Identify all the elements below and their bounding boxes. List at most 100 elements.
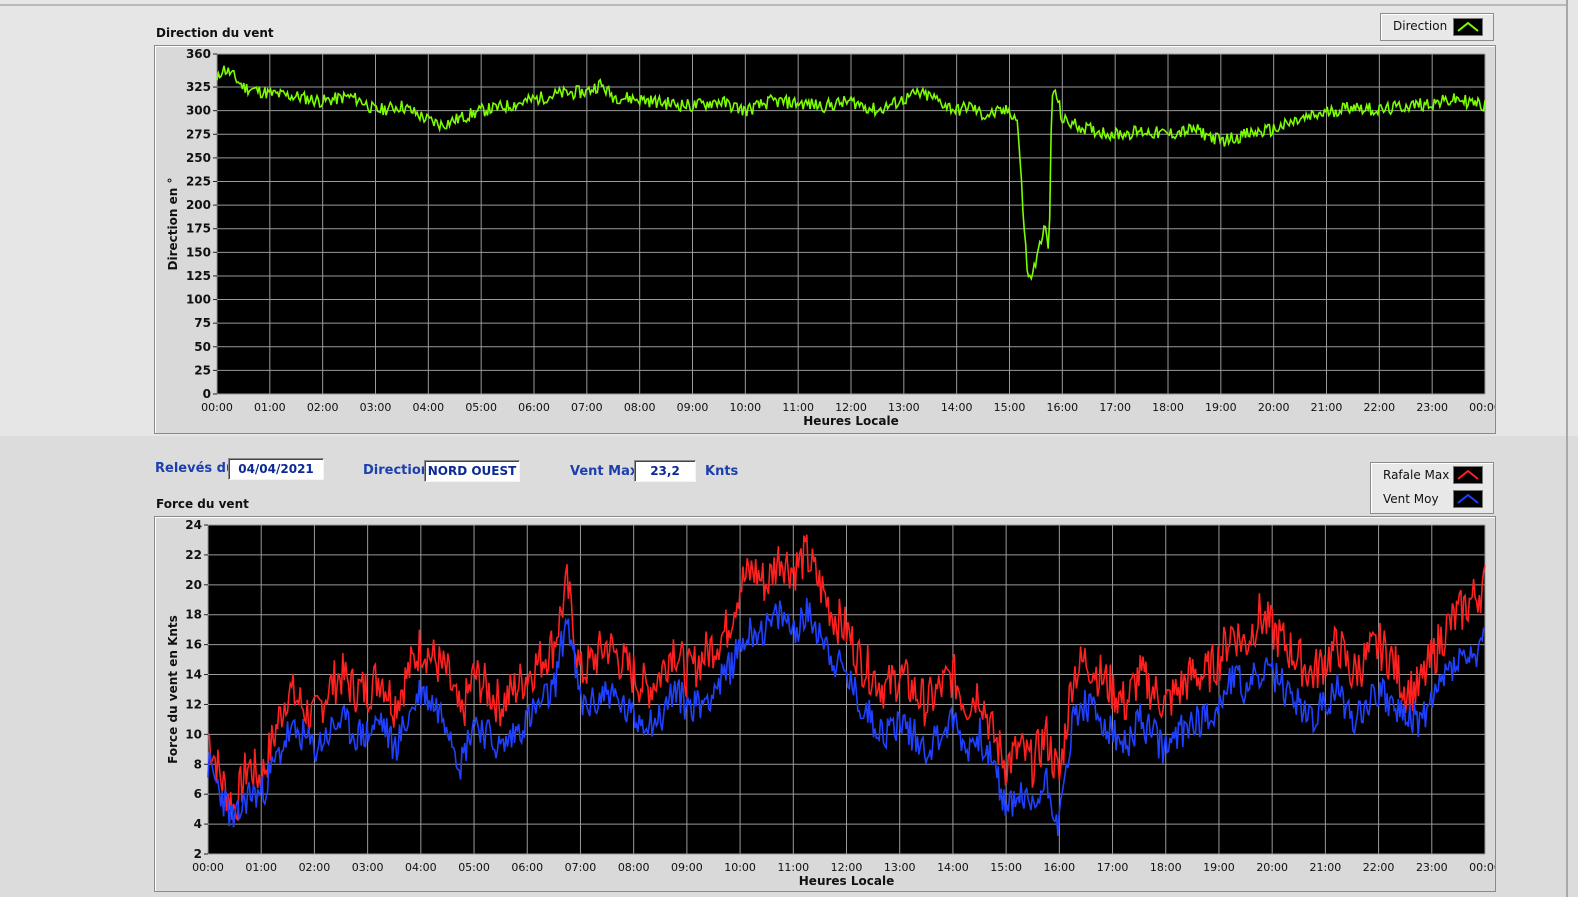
direction-chart-svg: 00:00 01:00 02:00 03:00 04:00 05:00 06:00 07:00… [166,47,1501,428]
legend-swatch-rafale-icon [1453,466,1483,484]
y-tick-label: 225 [186,175,211,189]
x-tick-label: 00:00 [201,401,233,414]
force-chart-svg: 00:00 01:00 02:00 03:00 04:00 05:00 06:00 07:00… [166,518,1501,888]
vent-max-field[interactable]: 23,2 [634,460,696,482]
x-tick-label: 13:00 [884,861,916,874]
window-top-border [0,4,1568,6]
x-tick-label: 10:00 [729,401,761,414]
x-tick-label: 04:00 [412,401,444,414]
y-tick-label: 6 [194,787,202,801]
direction-field[interactable]: NORD OUEST [424,460,520,482]
x-tick-label: 18:00 [1152,401,1184,414]
date-field[interactable]: 04/04/2021 [228,458,324,480]
x-tick-label: 14:00 [941,401,973,414]
y-axis-label: Direction en ° [166,178,180,271]
force-chart-panel: 00:00 01:00 02:00 03:00 04:00 05:00 06:00 07:00… [154,516,1501,892]
x-tick-label: 04:00 [405,861,437,874]
y-tick-label: 360 [186,47,211,61]
x-tick-label: 06:00 [518,401,550,414]
y-tick-label: 300 [186,104,211,118]
window-right-border [1566,0,1568,897]
y-tick-label: 20 [185,578,202,592]
x-tick-label: 22:00 [1363,401,1395,414]
y-tick-label: 24 [185,518,202,532]
x-axis-label: Heures Locale [803,414,898,428]
x-tick-label: 17:00 [1099,401,1131,414]
x-tick-label: 07:00 [565,861,597,874]
releves-label: Relevés du [155,461,236,476]
legend-item-moyen[interactable]: Vent Moy [1371,487,1493,511]
x-tick-label: 11:00 [777,861,809,874]
direction-chart-title: Direction du vent [156,26,274,40]
x-tick-label: 09:00 [671,861,703,874]
y-tick-label: 0 [203,387,211,401]
y-tick-label: 2 [194,847,202,861]
x-tick-label: 05:00 [458,861,490,874]
y-tick-label: 25 [194,363,211,377]
y-tick-label: 14 [185,668,202,682]
x-tick-label: 00:00 [1469,861,1495,874]
y-tick-label: 75 [194,316,211,330]
x-tick-label: 08:00 [624,401,656,414]
x-tick-label: 12:00 [831,861,863,874]
y-tick-label: 150 [186,245,211,259]
x-tick-label: 23:00 [1416,861,1448,874]
y-tick-label: 250 [186,151,211,165]
x-tick-label: 20:00 [1258,401,1290,414]
x-tick-label: 22:00 [1363,861,1395,874]
legend-label-direction: Direction [1393,19,1448,33]
legend-line-moyen-icon [1457,493,1479,504]
x-tick-label: 20:00 [1256,861,1288,874]
x-tick-label: 03:00 [360,401,392,414]
x-tick-label: 01:00 [254,401,286,414]
legend-label-moyen: Vent Moy [1383,492,1439,506]
legend-item-direction[interactable]: Direction [1381,14,1493,38]
vent-max-unit: Knts [705,464,739,479]
legend-swatch-moyen-icon [1453,490,1483,508]
y-tick-label: 275 [186,127,211,141]
x-tick-label: 13:00 [888,401,920,414]
y-tick-label: 16 [185,638,202,652]
x-tick-label: 12:00 [835,401,867,414]
y-tick-label: 100 [186,293,211,307]
x-tick-label: 15:00 [994,401,1026,414]
x-tick-label: 02:00 [307,401,339,414]
x-tick-label: 21:00 [1311,401,1343,414]
y-tick-label: 22 [185,548,202,562]
y-tick-label: 175 [186,222,211,236]
x-tick-label: 16:00 [1046,401,1078,414]
x-tick-label: 11:00 [782,401,814,414]
x-tick-label: 05:00 [465,401,497,414]
direction-legend[interactable]: Direction [1380,13,1494,41]
legend-line-rafale-icon [1457,469,1479,480]
y-tick-label: 18 [185,608,202,622]
legend-swatch-direction-icon [1453,18,1483,36]
y-tick-label: 325 [186,80,211,94]
x-tick-label: 02:00 [299,861,331,874]
legend-item-rafale[interactable]: Rafale Max [1371,463,1493,487]
x-tick-label: 00:00 [192,861,224,874]
y-tick-label: 12 [185,697,202,711]
x-tick-label: 23:00 [1416,401,1448,414]
legend-label-rafale: Rafale Max [1383,468,1450,482]
x-tick-label: 19:00 [1203,861,1235,874]
y-tick-label: 4 [194,817,202,831]
force-chart-title: Force du vent [156,497,249,511]
x-tick-label: 15:00 [990,861,1022,874]
y-tick-label: 10 [185,727,202,741]
legend-line-direction-icon [1457,21,1479,32]
vent-max-label: Vent Max [570,464,639,479]
force-legend[interactable]: Rafale Max Vent Moy [1370,462,1494,514]
x-axis-label: Heures Locale [799,874,894,888]
x-tick-label: 07:00 [571,401,603,414]
x-tick-label: 18:00 [1150,861,1182,874]
x-tick-label: 19:00 [1205,401,1237,414]
y-tick-label: 125 [186,269,211,283]
x-tick-label: 01:00 [245,861,277,874]
x-tick-label: 17:00 [1097,861,1129,874]
x-tick-label: 09:00 [677,401,709,414]
direction-chart-panel: 00:00 01:00 02:00 03:00 04:00 05:00 06:00 07:00… [154,45,1501,434]
x-tick-label: 10:00 [724,861,756,874]
x-tick-label: 16:00 [1043,861,1075,874]
x-tick-label: 08:00 [618,861,650,874]
